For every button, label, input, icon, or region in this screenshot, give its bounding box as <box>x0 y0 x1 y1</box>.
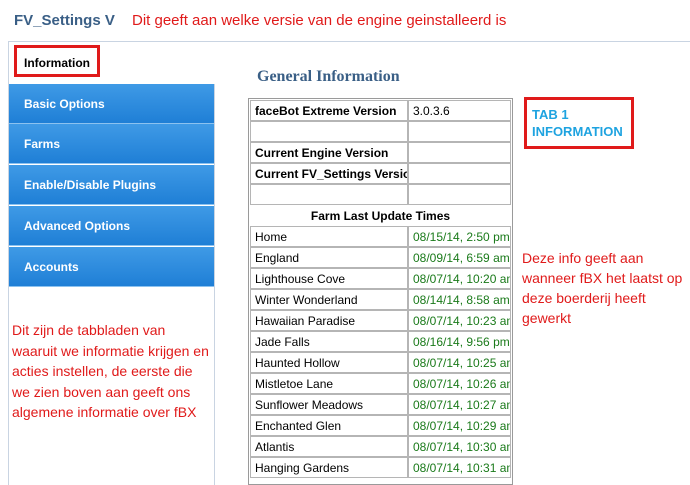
tab-enable-disable-plugins-label: Enable/Disable Plugins <box>24 178 157 192</box>
engine-version-label: Current Engine Version <box>250 142 408 163</box>
farm-last-update: 08/16/14, 9:56 pm <box>408 331 511 352</box>
section-title: General Information <box>257 68 400 85</box>
tab1-annotation-line1: TAB 1 <box>532 107 569 122</box>
table-row: Jade Falls 08/16/14, 9:56 pm <box>249 331 512 352</box>
table-row: Winter Wonderland 08/14/14, 8:58 am <box>249 289 512 310</box>
farm-last-update: 08/07/14, 10:31 am <box>408 457 511 478</box>
tab1-annotation-line2: INFORMATION <box>532 124 623 139</box>
farm-name: Hanging Gardens <box>250 457 408 478</box>
farm-header: Farm Last Update Times <box>310 208 451 223</box>
farm-name: Mistletoe Lane <box>250 373 408 394</box>
table-row: Enchanted Glen 08/07/14, 10:29 am <box>249 415 512 436</box>
table-row: Haunted Hollow 08/07/14, 10:25 am <box>249 352 512 373</box>
tab-accounts[interactable]: Accounts <box>9 247 214 287</box>
farm-last-update: 08/15/14, 2:50 pm <box>408 226 511 247</box>
farm-last-update: 08/09/14, 6:59 am <box>408 247 511 268</box>
farm-name: Hawaiian Paradise <box>250 310 408 331</box>
tab-enable-disable-plugins[interactable]: Enable/Disable Plugins <box>9 165 214 205</box>
table-row-version: faceBot Extreme Version 3.0.3.6 <box>249 100 512 121</box>
sidebar-annotation: Dit zijn de tabbladen van waaruit we inf… <box>12 322 209 420</box>
tab-basic-options-label: Basic Options <box>24 97 105 111</box>
spacer-cell <box>250 184 408 205</box>
spacer-cell <box>408 184 511 205</box>
version-label: faceBot Extreme Version <box>250 100 408 121</box>
information-highlight-box <box>14 45 100 77</box>
farm-last-update: 08/07/14, 10:30 am <box>408 436 511 457</box>
spacer-cell <box>408 121 511 142</box>
table-row-spacer <box>249 121 512 142</box>
farm-last-update: 08/14/14, 8:58 am <box>408 289 511 310</box>
table-row-engine-version: Current Engine Version <box>249 142 512 163</box>
table-row-spacer <box>249 184 512 205</box>
tab-basic-options[interactable]: Basic Options <box>9 84 214 124</box>
table-row: Hanging Gardens 08/07/14, 10:31 am <box>249 457 512 478</box>
farm-times-annotation: Deze info geeft aan wanneer fBX het laat… <box>522 250 683 326</box>
farm-header-row: Farm Last Update Times <box>249 205 512 226</box>
table-row: Sunflower Meadows 08/07/14, 10:27 am <box>249 394 512 415</box>
farm-last-update: 08/07/14, 10:26 am <box>408 373 511 394</box>
settings-version-value <box>408 163 511 184</box>
farm-name: Jade Falls <box>250 331 408 352</box>
farm-name: Atlantis <box>250 436 408 457</box>
farm-name: Winter Wonderland <box>250 289 408 310</box>
sidebar-divider <box>214 84 215 485</box>
table-row-settings-version: Current FV_Settings Version <box>249 163 512 184</box>
farm-last-update: 08/07/14, 10:23 am <box>408 310 511 331</box>
tab1-annotation: TAB 1 INFORMATION <box>532 106 623 140</box>
table-row: Hawaiian Paradise 08/07/14, 10:23 am <box>249 310 512 331</box>
tab-farms[interactable]: Farms <box>9 124 214 164</box>
version-value: 3.0.3.6 <box>408 100 511 121</box>
tab-advanced-options-label: Advanced Options <box>24 219 131 233</box>
table-row: England 08/09/14, 6:59 am <box>249 247 512 268</box>
table-row: Home 08/15/14, 2:50 pm <box>249 226 512 247</box>
spacer-cell <box>250 121 408 142</box>
tab-farms-label: Farms <box>24 137 61 151</box>
farm-name: Sunflower Meadows <box>250 394 408 415</box>
title-annotation: Dit geeft aan welke versie van de engine… <box>132 12 507 29</box>
farm-last-update: 08/07/14, 10:20 am <box>408 268 511 289</box>
farm-name: Haunted Hollow <box>250 352 408 373</box>
window-title: FV_Settings V <box>14 12 115 29</box>
general-info-table: faceBot Extreme Version 3.0.3.6 Current … <box>248 98 513 485</box>
table-row: Atlantis 08/07/14, 10:30 am <box>249 436 512 457</box>
farm-name: Enchanted Glen <box>250 415 408 436</box>
farm-name: England <box>250 247 408 268</box>
settings-version-label: Current FV_Settings Version <box>250 163 408 184</box>
farm-last-update: 08/07/14, 10:27 am <box>408 394 511 415</box>
table-row: Mistletoe Lane 08/07/14, 10:26 am <box>249 373 512 394</box>
farm-last-update: 08/07/14, 10:29 am <box>408 415 511 436</box>
farm-last-update: 08/07/14, 10:25 am <box>408 352 511 373</box>
table-row: Lighthouse Cove 08/07/14, 10:20 am <box>249 268 512 289</box>
farm-name: Lighthouse Cove <box>250 268 408 289</box>
farm-name: Home <box>250 226 408 247</box>
engine-version-value <box>408 142 511 163</box>
tab-accounts-label: Accounts <box>24 260 79 274</box>
tab-advanced-options[interactable]: Advanced Options <box>9 206 214 246</box>
